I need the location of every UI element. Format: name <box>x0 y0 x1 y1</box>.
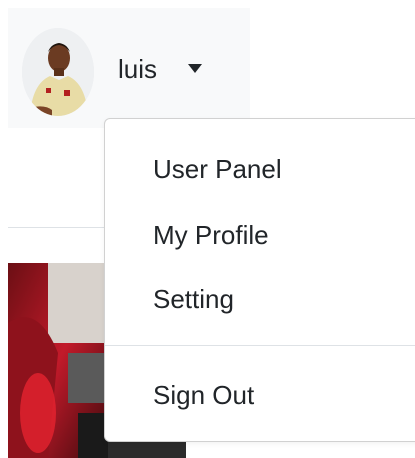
avatar-photo <box>22 28 94 116</box>
menu-item-setting[interactable]: Setting <box>153 283 234 315</box>
user-dropdown-menu: User Panel My Profile Setting Sign Out <box>104 118 415 442</box>
menu-item-sign-out[interactable]: Sign Out <box>153 379 254 411</box>
avatar <box>22 28 94 116</box>
menu-item-my-profile[interactable]: My Profile <box>153 219 269 251</box>
caret-down-icon <box>188 64 202 73</box>
menu-divider <box>105 345 415 346</box>
user-dropdown-toggle[interactable]: luis <box>8 8 250 128</box>
username-label: luis <box>118 54 158 84</box>
menu-item-user-panel[interactable]: User Panel <box>153 153 282 185</box>
